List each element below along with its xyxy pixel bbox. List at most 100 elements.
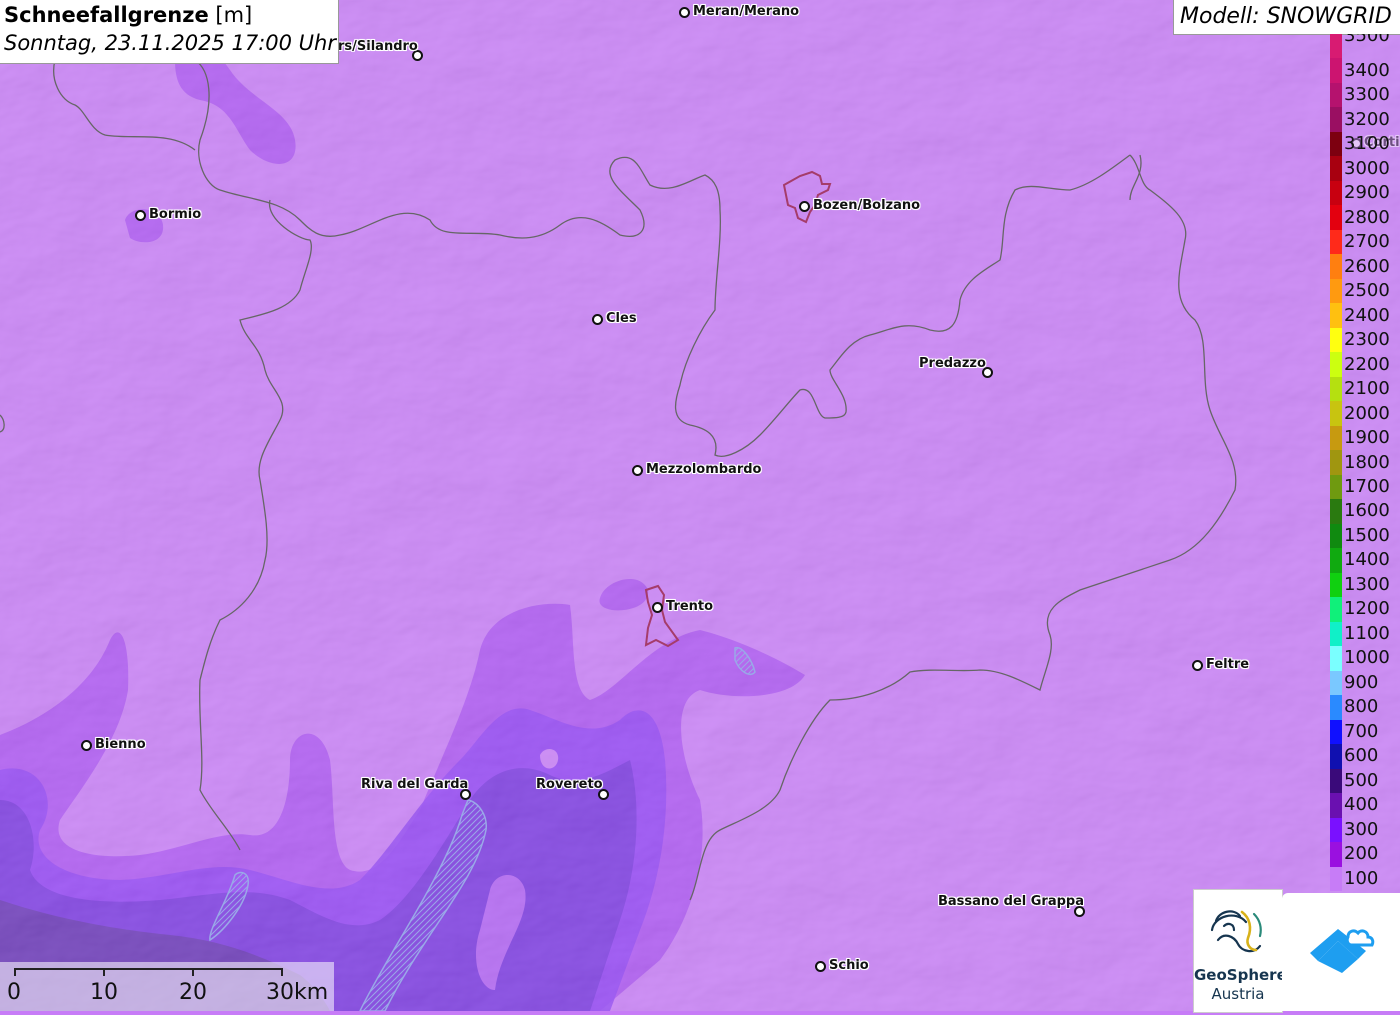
legend-swatch-1500 xyxy=(1330,523,1342,549)
legend-swatch-1400 xyxy=(1330,548,1342,574)
legend-swatch-200 xyxy=(1330,842,1342,867)
geosphere-name: GeoSphere xyxy=(1194,966,1287,984)
map-title-unit: [m] xyxy=(215,3,253,27)
legend-swatch-3000 xyxy=(1330,156,1342,182)
legend-swatch-2500 xyxy=(1330,278,1342,304)
trento-marker xyxy=(652,602,663,613)
legend-swatch-1700 xyxy=(1330,474,1342,500)
legend-label-1300: 1300 xyxy=(1344,573,1390,595)
feltre-marker xyxy=(1192,660,1203,671)
legend-label-2000: 2000 xyxy=(1344,402,1390,424)
legend-label-200: 200 xyxy=(1344,843,1379,865)
legend-label-3000: 3000 xyxy=(1344,157,1390,179)
scale-label-30: 30km xyxy=(266,980,329,1005)
legend-swatch-300 xyxy=(1330,817,1342,843)
legend-label-700: 700 xyxy=(1344,720,1379,742)
legend-swatch-2200 xyxy=(1330,352,1342,378)
legend-label-1600: 1600 xyxy=(1344,500,1390,522)
legend-label-1400: 1400 xyxy=(1344,549,1390,571)
legend-label-2900: 2900 xyxy=(1344,182,1390,204)
legend-label-2600: 2600 xyxy=(1344,255,1390,277)
scale-label-20: 20 xyxy=(179,980,207,1005)
legend-label-2200: 2200 xyxy=(1344,353,1390,375)
legend-label-900: 900 xyxy=(1344,671,1379,693)
legend-label-400: 400 xyxy=(1344,794,1379,816)
legend-label-600: 600 xyxy=(1344,745,1379,767)
legend-swatch-3100 xyxy=(1330,131,1342,157)
legend-swatch-400 xyxy=(1330,793,1342,819)
scale-tick-10 xyxy=(103,968,105,976)
legend-label-3300: 3300 xyxy=(1344,84,1390,106)
map-title-panel: Schneefallgrenze [m] Sonntag, 23.11.2025… xyxy=(0,0,339,64)
legend-swatch-3500 xyxy=(1330,34,1342,59)
hillshade xyxy=(0,0,1400,1011)
legend-label-2500: 2500 xyxy=(1344,280,1390,302)
place-predazzo: Predazzo xyxy=(919,356,986,371)
place-silandro: rs/Silandro xyxy=(338,39,418,54)
legend-swatch-1300 xyxy=(1330,572,1342,598)
legend-label-1200: 1200 xyxy=(1344,598,1390,620)
legend-swatch-500 xyxy=(1330,768,1342,794)
legend-swatch-2900 xyxy=(1330,180,1342,206)
weather-app-logo[interactable] xyxy=(1282,893,1400,1011)
legend-swatch-3300 xyxy=(1330,82,1342,108)
cles-marker xyxy=(592,314,603,325)
legend-label-1700: 1700 xyxy=(1344,475,1390,497)
color-legend: 3500 3400 3300 3200 3100 3000 2900 2800 2700 2600… xyxy=(1328,34,1400,892)
place-bozen: Bozen/Bolzano xyxy=(813,198,921,213)
legend-label-2400: 2400 xyxy=(1344,304,1390,326)
scale-tick-0 xyxy=(14,968,16,976)
place-cles: Cles xyxy=(606,311,637,326)
geosphere-country: Austria xyxy=(1211,985,1265,1003)
scale-tick-30 xyxy=(281,968,283,976)
place-riva: Riva del Garda xyxy=(361,777,469,792)
legend-swatch-100 xyxy=(1330,866,1342,892)
legend-label-1500: 1500 xyxy=(1344,524,1390,546)
place-bienno: Bienno xyxy=(95,737,146,752)
legend-swatch-2400 xyxy=(1330,303,1342,329)
geosphere-logo[interactable]: GeoSphere Austria xyxy=(1193,889,1287,1013)
legend-swatch-800 xyxy=(1330,695,1342,721)
legend-swatch-1800 xyxy=(1330,450,1342,476)
legend-swatch-700 xyxy=(1330,719,1342,745)
legend-swatch-1600 xyxy=(1330,499,1342,525)
mezzolombardo-marker xyxy=(632,465,643,476)
legend-label-1900: 1900 xyxy=(1344,427,1390,448)
legend-label-2800: 2800 xyxy=(1344,206,1390,228)
legend-swatch-900 xyxy=(1330,670,1342,696)
geosphere-emblem-icon xyxy=(1210,910,1262,953)
legend-swatch-600 xyxy=(1330,744,1342,770)
legend-label-100: 100 xyxy=(1344,867,1379,889)
scale-bar: 0 10 20 30km xyxy=(0,962,334,1011)
legend-swatch-1100 xyxy=(1330,621,1342,647)
legend-label-1000: 1000 xyxy=(1344,647,1390,669)
legend-swatch-1200 xyxy=(1330,597,1342,623)
legend-swatch-2800 xyxy=(1330,205,1342,231)
legend-swatch-2600 xyxy=(1330,254,1342,280)
legend-label-1100: 1100 xyxy=(1344,622,1390,644)
legend-swatch-3400 xyxy=(1330,58,1342,84)
scale-label-10: 10 xyxy=(90,980,118,1005)
place-feltre: Feltre xyxy=(1206,657,1250,672)
legend-swatch-2700 xyxy=(1330,229,1342,255)
legend-label-3200: 3200 xyxy=(1344,108,1390,130)
bozen-marker xyxy=(799,201,810,212)
place-meran: Meran/Merano xyxy=(693,4,800,19)
place-rovereto: Rovereto xyxy=(536,777,603,792)
legend-swatch-2300 xyxy=(1330,327,1342,353)
bormio-marker xyxy=(135,210,146,221)
bienno-marker xyxy=(81,740,92,751)
legend-label-3400: 3400 xyxy=(1344,59,1390,81)
legend-label-2300: 2300 xyxy=(1344,329,1390,351)
legend-swatch-2100 xyxy=(1330,376,1342,402)
legend-label-300: 300 xyxy=(1344,818,1379,840)
legend-swatch-3200 xyxy=(1330,107,1342,133)
place-trento: Trento xyxy=(666,599,714,614)
map-subtitle: Sonntag, 23.11.2025 17:00 Uhr xyxy=(4,31,337,55)
map-title-bold: Schneefallgrenze xyxy=(4,3,209,27)
legend-swatch-1900 xyxy=(1330,425,1342,451)
model-panel: Modell: SNOWGRID xyxy=(1173,0,1400,35)
place-bormio: Bormio xyxy=(149,207,202,222)
place-schio: Schio xyxy=(829,958,869,973)
map-canvas[interactable] xyxy=(0,0,1400,1011)
